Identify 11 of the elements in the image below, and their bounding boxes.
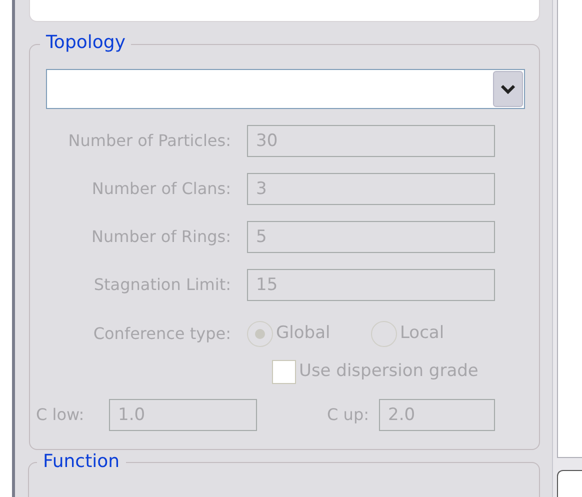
field-label: C low: [35, 404, 86, 426]
field-label: Number of Clans: [90, 178, 232, 200]
field-label: Number of Rings: [90, 226, 232, 248]
side-box [557, 470, 582, 497]
group-title: Topology [40, 31, 132, 55]
caret-icon [501, 84, 515, 94]
field-label: C up: [326, 404, 370, 426]
field-label: Conference type: [92, 323, 232, 345]
dropdown-button[interactable] [493, 71, 523, 107]
field-label: Number of Particles: [67, 130, 232, 152]
field-label: Stagnation Limit: [92, 274, 232, 296]
